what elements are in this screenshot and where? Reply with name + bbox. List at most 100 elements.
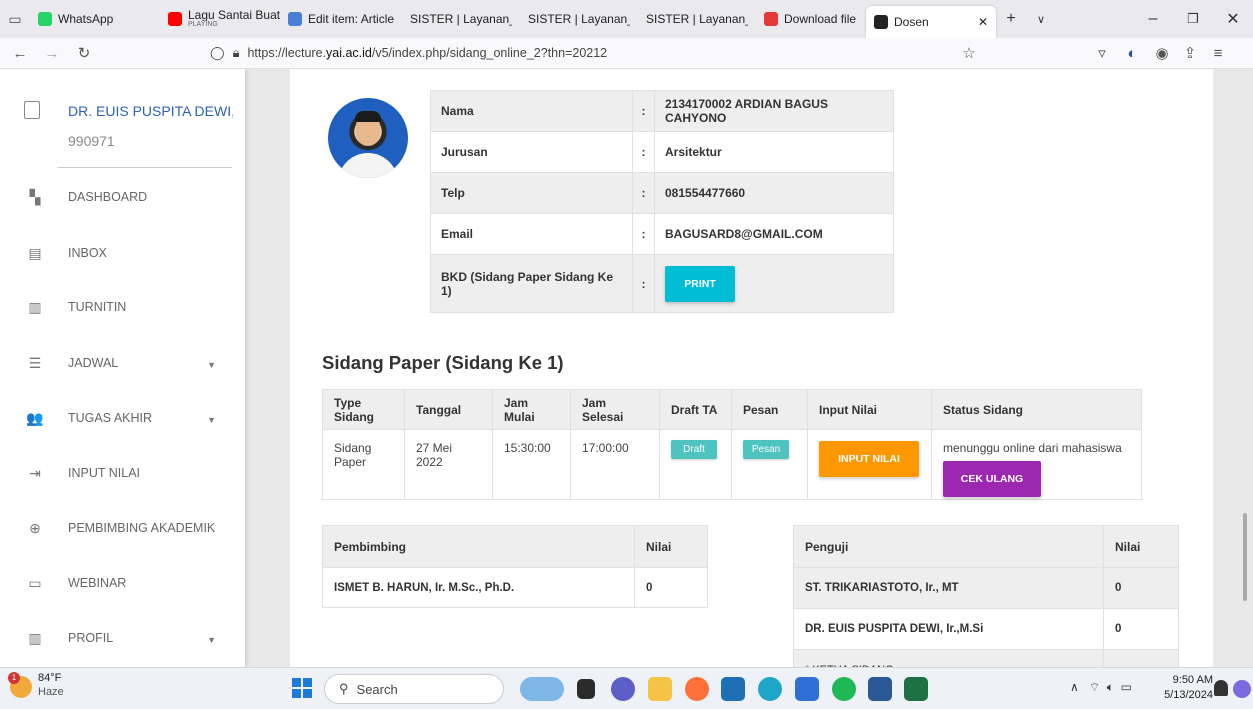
- pesan-button[interactable]: Pesan: [743, 440, 789, 459]
- info-row: Nama:2134170002 ARDIAN BAGUS CAHYONO: [430, 90, 894, 132]
- profile-icon: ▥: [28, 629, 42, 646]
- print-button[interactable]: PRINT: [665, 265, 735, 302]
- excel-icon[interactable]: [904, 677, 928, 701]
- header-status-sidang: Status Sidang: [931, 389, 1142, 430]
- document-icon: [288, 12, 302, 26]
- page-viewport: DR. EUIS PUSPITA DEWI, I 990971 ▚ DASHBOA…: [0, 69, 1253, 667]
- new-tab-button[interactable]: +: [996, 0, 1026, 38]
- header-type-sidang: Type Sidang: [322, 389, 405, 430]
- meet-icon[interactable]: [611, 677, 635, 701]
- task-view-icon[interactable]: [577, 679, 595, 699]
- account-icon[interactable]: ◉: [1150, 41, 1174, 65]
- notification-bell-icon[interactable]: [1214, 680, 1228, 696]
- cell-pesan: Pesan: [731, 429, 808, 500]
- table-row: DR. EUIS PUSPITA DEWI, Ir.,M.Si 0: [793, 608, 1179, 650]
- header-pembimbing: Pembimbing: [322, 525, 635, 568]
- lock-icon[interactable]: 🔒︎: [233, 45, 240, 61]
- browser-tab[interactable]: Lagu Santai Buat PLAYING: [160, 0, 280, 38]
- address-bar[interactable]: ◯ 🔒︎ https://lecture.yai.ac.id/v5/index.…: [210, 42, 995, 64]
- draft-button[interactable]: Draft: [671, 440, 717, 459]
- info-row: Email: BAGUSARD8@GMAIL.COM: [430, 213, 894, 255]
- browser-tab[interactable]: SISTER | Layanan_bkd: [638, 0, 756, 38]
- shield-icon[interactable]: ◯: [210, 45, 225, 61]
- url-text[interactable]: https://lecture.yai.ac.id/v5/index.php/s…: [247, 46, 607, 60]
- sidebar-item-input-nilai[interactable]: ⇥ INPUT NILAI: [24, 458, 234, 488]
- sidebar-item-label: PEMBIMBING AKADEMIK: [68, 521, 216, 535]
- table-row: Sidang Paper 27 Mei 2022 15:30:00 17:00:…: [322, 429, 1142, 500]
- youtube-icon: [168, 12, 182, 26]
- back-icon[interactable]: ←: [8, 41, 32, 65]
- menu-icon[interactable]: ≡: [1206, 41, 1230, 65]
- sidebar-item-tugas-akhir[interactable]: 👥 TUGAS AKHIR ▼: [24, 403, 234, 433]
- tab-overflow-chevron-icon[interactable]: ∨: [1026, 0, 1056, 38]
- header-nilai: Nilai: [634, 525, 708, 568]
- pocket-icon[interactable]: ▿: [1090, 41, 1114, 65]
- bookmark-star-icon[interactable]: ☆: [957, 41, 981, 65]
- restore-icon[interactable]: ❐: [1173, 0, 1213, 38]
- browser-tab[interactable]: Edit item: Article: [280, 0, 402, 38]
- input-nilai-button[interactable]: INPUT NILAI: [819, 441, 919, 477]
- weather-badge: 1: [8, 672, 20, 684]
- close-window-icon[interactable]: ✕: [1213, 0, 1253, 38]
- scrollbar-thumb[interactable]: [1243, 513, 1247, 601]
- file-explorer-icon[interactable]: [648, 677, 672, 701]
- volume-icon[interactable]: 🔈︎: [1107, 680, 1114, 694]
- taskbar: 1 84°F Haze ⚲ Search ∧ ⌔ 🔈︎ ▭ 9:50 AM 5/…: [0, 667, 1253, 709]
- tab-list-icon[interactable]: ▭: [0, 0, 30, 38]
- browser-tab[interactable]: Download file | il: [756, 0, 866, 38]
- info-label: Telp: [430, 172, 633, 214]
- sidebar-item-jadwal[interactable]: ☰ JADWAL ▼: [24, 348, 234, 378]
- sidebar-item-label: WEBINAR: [68, 576, 127, 590]
- word-icon[interactable]: [868, 677, 892, 701]
- battery-icon[interactable]: ▭: [1121, 680, 1132, 694]
- edge-icon[interactable]: [758, 677, 782, 701]
- tab-title: Download file | il: [784, 12, 858, 26]
- search-highlight-icon[interactable]: [520, 677, 564, 701]
- browser-tab-bar: ▭ WhatsApp Lagu Santai Buat PLAYING Edit it…: [0, 0, 1253, 38]
- scrollbar[interactable]: [1240, 69, 1253, 667]
- sidebar-item-profil[interactable]: ▥ PROFIL ▼: [24, 623, 234, 653]
- info-row: Jurusan: Arsitektur: [430, 131, 894, 173]
- sidebar-item-label: PROFIL: [68, 631, 114, 645]
- spotify-icon[interactable]: [832, 677, 856, 701]
- browser-tab[interactable]: Dosen ✕: [866, 6, 996, 38]
- app-l-icon[interactable]: [721, 677, 745, 701]
- caret-down-icon[interactable]: ▼: [207, 415, 216, 425]
- cell-type: Sidang Paper: [322, 429, 405, 500]
- bowtie-icon: [874, 15, 888, 29]
- cek-ulang-button[interactable]: CEK ULANG: [943, 461, 1041, 497]
- network-icon[interactable]: ⌔: [1089, 680, 1100, 694]
- sidebar-item-pembimbing-akademik[interactable]: ⊕ PEMBIMBING AKADEMIK: [24, 513, 234, 543]
- user-name[interactable]: DR. EUIS PUSPITA DEWI, I: [68, 103, 233, 119]
- info-separator: :: [632, 213, 655, 255]
- taskbar-search[interactable]: ⚲ Search: [324, 674, 504, 704]
- browser-tab[interactable]: SISTER | Layanan_bkd: [520, 0, 638, 38]
- windows-start-icon[interactable]: [292, 678, 312, 698]
- sidebar-item-turnitin[interactable]: ▥ TURNITIN: [24, 292, 234, 322]
- browser-tab[interactable]: SISTER | Layanan_bkd: [402, 0, 520, 38]
- sidebar-item-webinar[interactable]: ▭ WEBINAR: [24, 568, 234, 598]
- copilot-icon[interactable]: [1233, 680, 1251, 698]
- weather-widget[interactable]: 84°F Haze: [38, 671, 64, 699]
- forward-icon[interactable]: →: [40, 41, 64, 65]
- browser-tab[interactable]: WhatsApp: [30, 0, 160, 38]
- share-icon[interactable]: ⇪: [1178, 41, 1202, 65]
- system-tray[interactable]: ∧ ⌔ 🔈︎ ▭: [1070, 680, 1132, 695]
- firefox-icon[interactable]: [685, 677, 709, 701]
- caret-down-icon[interactable]: ▼: [207, 360, 216, 370]
- sidebar-item-dashboard[interactable]: ▚ DASHBOARD: [24, 182, 234, 212]
- tray-chevron-icon[interactable]: ∧: [1070, 680, 1079, 694]
- caret-down-icon[interactable]: ▼: [207, 635, 216, 645]
- close-tab-icon[interactable]: ✕: [978, 15, 988, 29]
- tab-title: Edit item: Article: [308, 12, 394, 26]
- store-icon[interactable]: [795, 677, 819, 701]
- extension-icon[interactable]: ◐: [1120, 41, 1144, 65]
- clock[interactable]: 9:50 AM 5/13/2024: [1155, 673, 1213, 703]
- webinar-icon: ▭: [28, 574, 42, 591]
- cell-tanggal: 27 Mei 2022: [404, 429, 493, 500]
- turnitin-icon: ▥: [28, 298, 42, 315]
- tab-title: Lagu Santai Buat: [188, 9, 280, 21]
- minimize-icon[interactable]: –: [1133, 0, 1173, 38]
- sidebar-item-inbox[interactable]: ▤ INBOX: [24, 238, 234, 268]
- reload-icon[interactable]: ↻: [72, 41, 96, 65]
